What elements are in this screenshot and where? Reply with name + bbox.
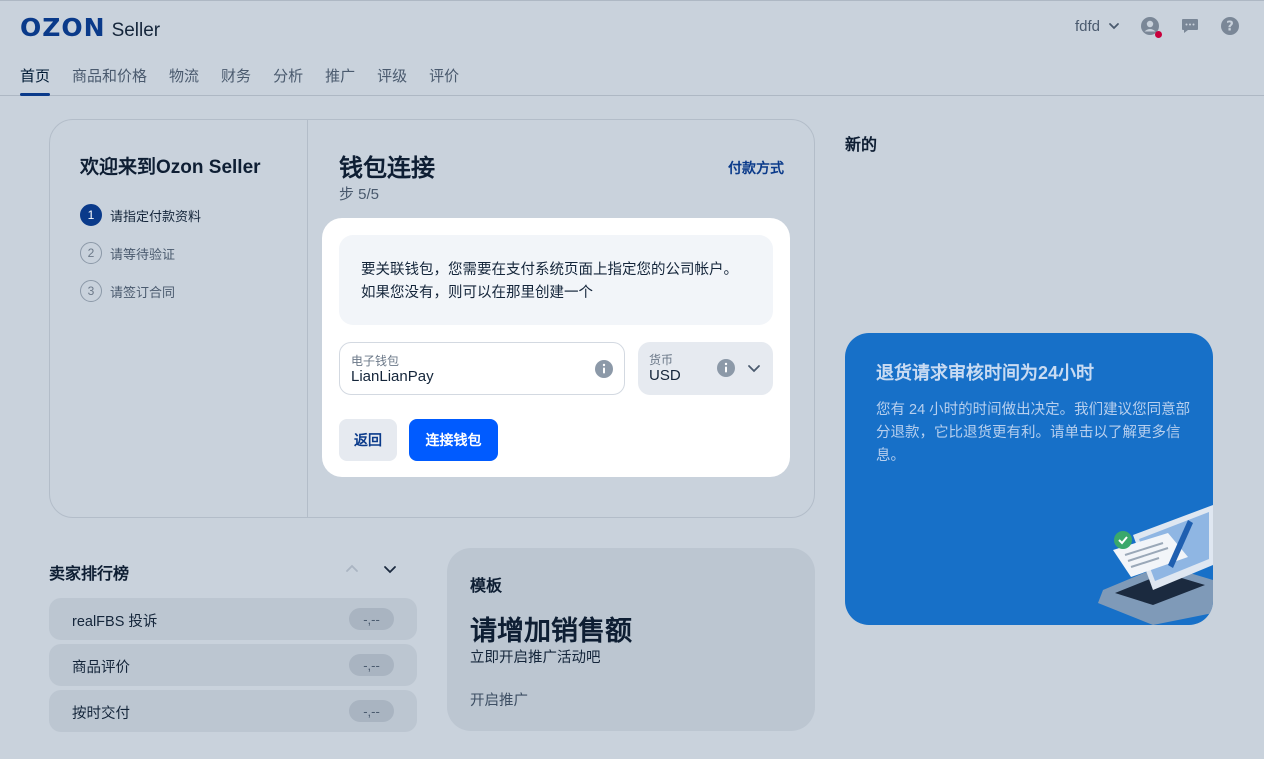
notification-dot bbox=[1155, 31, 1162, 38]
promotion-template-card[interactable]: 模板 请增加销售额 立即开启推广活动吧 开启推广 bbox=[447, 548, 815, 731]
rating-row-realfbs-complaints[interactable]: realFBS 投诉 -,-- bbox=[49, 598, 417, 640]
svg-text:?: ? bbox=[1226, 20, 1234, 35]
nav-promotion[interactable]: 推广 bbox=[325, 65, 355, 96]
template-tag: 模板 bbox=[470, 572, 502, 596]
start-promotion-link[interactable]: 开启推广 bbox=[470, 689, 528, 710]
chevron-down-icon bbox=[1108, 20, 1120, 32]
wallet-field[interactable]: 电子钱包 LianLianPay bbox=[339, 342, 625, 395]
step-label: 请指定付款资料 bbox=[110, 206, 201, 225]
step-item-contract[interactable]: 3 请签订合同 bbox=[80, 272, 201, 310]
connect-wallet-button[interactable]: 连接钱包 bbox=[409, 419, 498, 461]
step-item-verification[interactable]: 2 请等待验证 bbox=[80, 234, 201, 272]
rating-row-product-reviews[interactable]: 商品评价 -,-- bbox=[49, 644, 417, 686]
info-icon[interactable] bbox=[717, 359, 735, 377]
step-label: 请等待验证 bbox=[110, 244, 175, 263]
template-subtitle: 立即开启推广活动吧 bbox=[470, 646, 601, 667]
chat-icon[interactable] bbox=[1180, 16, 1200, 36]
info-message: 要关联钱包，您需要在支付系统页面上指定您的公司帐户。如果您没有，则可以在那里创建… bbox=[339, 235, 773, 325]
back-button[interactable]: 返回 bbox=[339, 419, 397, 461]
logo-product: Seller bbox=[112, 20, 161, 42]
welcome-title: 欢迎来到Ozon Seller bbox=[80, 152, 261, 179]
wallet-field-value: LianLianPay bbox=[351, 368, 434, 385]
top-header: OZON Seller fdfd ? 首页 商品和价格 物流 财务 分析 推广 … bbox=[0, 0, 1264, 96]
step-label: 请签订合同 bbox=[110, 282, 175, 301]
rating-pager bbox=[344, 561, 398, 577]
nav-finance[interactable]: 财务 bbox=[221, 65, 251, 96]
help-icon[interactable]: ? bbox=[1220, 16, 1240, 36]
rating-row-on-time-delivery[interactable]: 按时交付 -,-- bbox=[49, 690, 417, 732]
account-switcher[interactable]: fdfd bbox=[1075, 18, 1120, 35]
promo-text: 您有 24 小时的时间做出决定。我们建议您同意部分退款，它比退货更有利。请单击以… bbox=[876, 399, 1191, 468]
user-profile-icon[interactable] bbox=[1140, 16, 1160, 36]
nav-products[interactable]: 商品和价格 bbox=[72, 65, 147, 96]
chevron-up-icon[interactable] bbox=[344, 561, 360, 577]
step-number: 1 bbox=[80, 204, 102, 226]
promo-title: 退货请求审核时间为24小时 bbox=[876, 359, 1094, 385]
currency-field-label: 货币 bbox=[649, 351, 673, 368]
main-nav: 首页 商品和价格 物流 财务 分析 推广 评级 评价 bbox=[20, 65, 459, 96]
wallet-field-label: 电子钱包 bbox=[351, 352, 399, 369]
step-number: 3 bbox=[80, 280, 102, 302]
rating-value-badge: -,-- bbox=[349, 608, 394, 630]
currency-field-value: USD bbox=[649, 367, 681, 384]
nav-reviews[interactable]: 评价 bbox=[429, 65, 459, 96]
currency-select[interactable]: 货币 USD bbox=[638, 342, 773, 395]
ozon-seller-logo[interactable]: OZON Seller bbox=[20, 13, 160, 42]
nav-rating[interactable]: 评级 bbox=[377, 65, 407, 96]
header-actions: fdfd ? bbox=[1075, 16, 1240, 36]
wallet-step-counter: 步 5/5 bbox=[339, 183, 379, 204]
template-title: 请增加销售额 bbox=[470, 609, 632, 648]
nav-analytics[interactable]: 分析 bbox=[273, 65, 303, 96]
step-number: 2 bbox=[80, 242, 102, 264]
laptop-illustration-icon bbox=[1093, 495, 1213, 625]
seller-rating-title: 卖家排行榜 bbox=[49, 560, 129, 584]
rating-label: 按时交付 bbox=[72, 702, 130, 723]
news-section-title: 新的 bbox=[845, 131, 877, 155]
nav-home[interactable]: 首页 bbox=[20, 65, 50, 96]
info-icon[interactable] bbox=[595, 360, 613, 378]
chevron-down-icon bbox=[747, 361, 761, 375]
wallet-connect-modal: 要关联钱包，您需要在支付系统页面上指定您的公司帐户。如果您没有，则可以在那里创建… bbox=[322, 218, 790, 477]
payment-method-link[interactable]: 付款方式 bbox=[728, 158, 784, 178]
chevron-down-icon[interactable] bbox=[382, 561, 398, 577]
wallet-connect-title: 钱包连接 bbox=[339, 148, 435, 183]
nav-logistics[interactable]: 物流 bbox=[169, 65, 199, 96]
account-name: fdfd bbox=[1075, 18, 1100, 35]
step-item-payment-details[interactable]: 1 请指定付款资料 bbox=[80, 196, 201, 234]
onboarding-steps: 1 请指定付款资料 2 请等待验证 3 请签订合同 bbox=[80, 196, 201, 310]
rating-label: realFBS 投诉 bbox=[72, 610, 157, 631]
rating-label: 商品评价 bbox=[72, 656, 130, 677]
rating-value-badge: -,-- bbox=[349, 654, 394, 676]
onboarding-steps-panel: 欢迎来到Ozon Seller 1 请指定付款资料 2 请等待验证 3 请签订合… bbox=[50, 120, 308, 517]
returns-promo-banner[interactable]: 退货请求审核时间为24小时 您有 24 小时的时间做出决定。我们建议您同意部分退… bbox=[845, 333, 1213, 625]
logo-brand: OZON bbox=[20, 13, 106, 42]
rating-value-badge: -,-- bbox=[349, 700, 394, 722]
